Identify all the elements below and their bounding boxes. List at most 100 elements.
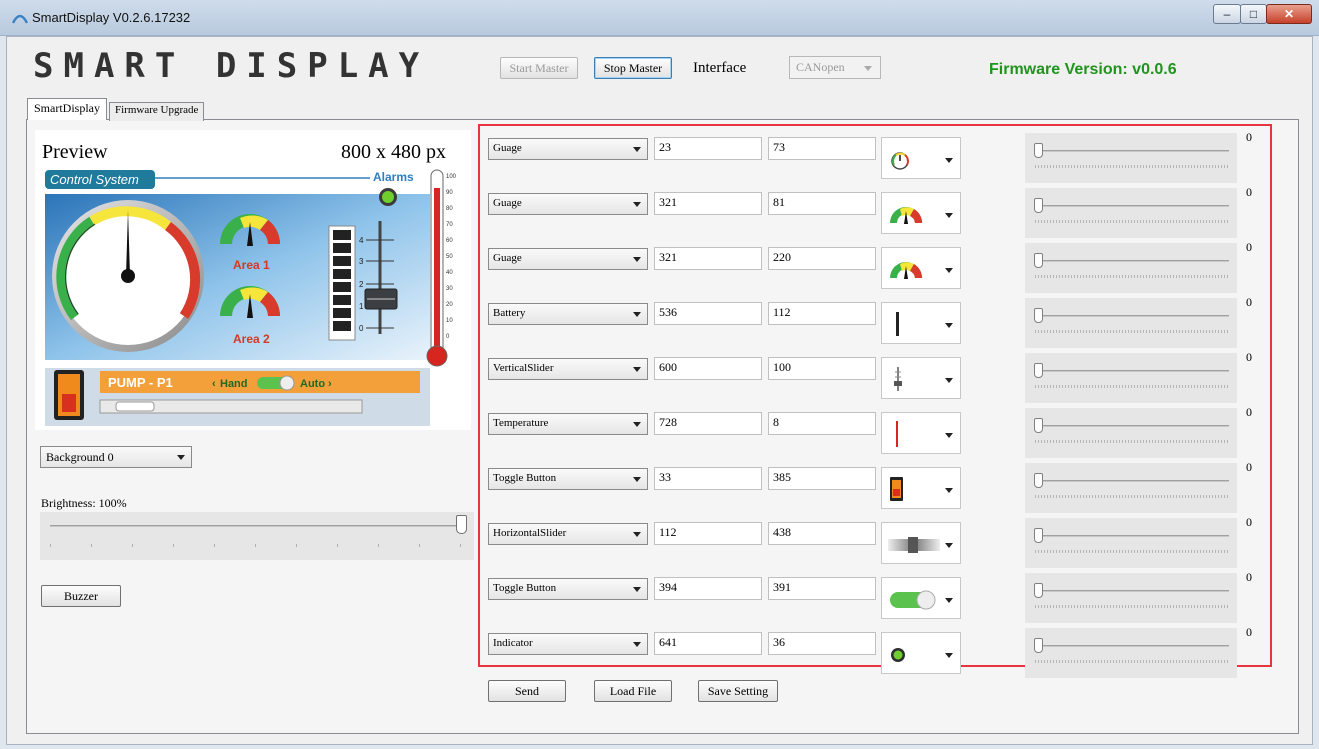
slider-thumb[interactable]: [1034, 418, 1043, 433]
chevron-down-icon: [945, 158, 953, 163]
chevron-down-icon: [945, 543, 953, 548]
widget-x-input[interactable]: 23: [654, 137, 762, 160]
widget-y-input[interactable]: 220: [768, 247, 876, 270]
slider-thumb[interactable]: [1034, 363, 1043, 378]
interface-select[interactable]: CANopen: [789, 56, 881, 79]
widget-y-input[interactable]: 438: [768, 522, 876, 545]
widget-type-select[interactable]: Guage: [488, 248, 648, 270]
start-master-button[interactable]: Start Master: [500, 57, 578, 79]
save-setting-button[interactable]: Save Setting: [698, 680, 778, 702]
widget-value-slider[interactable]: [1025, 188, 1237, 238]
vslider-tick: 3: [359, 257, 364, 266]
slider-thumb[interactable]: [1034, 473, 1043, 488]
minimize-button[interactable]: –: [1213, 4, 1241, 24]
widget-icon-select[interactable]: [881, 467, 961, 509]
chevron-down-icon: [945, 378, 953, 383]
widget-value-slider[interactable]: [1025, 133, 1237, 183]
widget-y-input[interactable]: 73: [768, 137, 876, 160]
widget-value-slider[interactable]: [1025, 298, 1237, 348]
widget-icon-select[interactable]: [881, 522, 961, 564]
widget-row: Guage 23 73 0: [478, 129, 1272, 184]
slider-ticks: [50, 544, 462, 547]
widget-type-value: Temperature: [493, 417, 549, 429]
maximize-button[interactable]: □: [1240, 4, 1267, 24]
widget-row: Toggle Button 33 385 0: [478, 459, 1272, 514]
widget-type-value: Guage: [493, 197, 522, 209]
widget-y-input[interactable]: 100: [768, 357, 876, 380]
widget-slider-value: 0: [1246, 405, 1252, 419]
stop-master-button[interactable]: Stop Master: [594, 57, 672, 79]
slider-ticks: [1035, 330, 1229, 333]
widget-type-value: HorizontalSlider: [493, 527, 567, 539]
widget-type-select[interactable]: Indicator: [488, 633, 648, 655]
chevron-down-icon: [633, 147, 641, 152]
widget-type-select[interactable]: Toggle Button: [488, 468, 648, 490]
widget-y-input[interactable]: 112: [768, 302, 876, 325]
slider-thumb[interactable]: [1034, 143, 1043, 158]
temp-tick: 50: [446, 254, 453, 260]
widget-icon-select[interactable]: [881, 632, 961, 674]
widget-x-input[interactable]: 112: [654, 522, 762, 545]
widget-value-slider[interactable]: [1025, 573, 1237, 623]
widget-icon-select[interactable]: [881, 137, 961, 179]
slider-track: [1043, 480, 1229, 482]
widget-type-select[interactable]: VerticalSlider: [488, 358, 648, 380]
widget-x-input[interactable]: 33: [654, 467, 762, 490]
widget-x-input[interactable]: 728: [654, 412, 762, 435]
slider-ticks: [1035, 550, 1229, 553]
widget-icon-select[interactable]: [881, 577, 961, 619]
widget-value-slider[interactable]: [1025, 518, 1237, 568]
widget-x-input[interactable]: 641: [654, 632, 762, 655]
widget-y-input[interactable]: 81: [768, 192, 876, 215]
widget-row: Battery 536 112 0: [478, 294, 1272, 349]
widget-x-input[interactable]: 321: [654, 192, 762, 215]
slider-thumb[interactable]: [1034, 638, 1043, 653]
slider-thumb[interactable]: [1034, 308, 1043, 323]
widget-icon-select[interactable]: [881, 247, 961, 289]
widget-y-input[interactable]: 385: [768, 467, 876, 490]
slider-thumb[interactable]: [1034, 253, 1043, 268]
buzzer-button[interactable]: Buzzer: [41, 585, 121, 607]
widget-type-select[interactable]: Temperature: [488, 413, 648, 435]
widget-type-value: Guage: [493, 252, 522, 264]
app-icon: [12, 14, 28, 24]
widget-icon-select[interactable]: [881, 192, 961, 234]
widget-type-select[interactable]: HorizontalSlider: [488, 523, 648, 545]
widget-y-input[interactable]: 36: [768, 632, 876, 655]
brightness-slider[interactable]: [40, 512, 474, 560]
slider-thumb[interactable]: [1034, 528, 1043, 543]
area1-label: Area 1: [233, 258, 270, 272]
preview-title: Preview: [42, 141, 108, 163]
widget-y-input[interactable]: 391: [768, 577, 876, 600]
widget-icon-select[interactable]: [881, 412, 961, 454]
widget-x-input[interactable]: 536: [654, 302, 762, 325]
widget-type-select[interactable]: Guage: [488, 138, 648, 160]
widget-icon-select[interactable]: [881, 357, 961, 399]
close-button[interactable]: ✕: [1266, 4, 1312, 24]
send-button[interactable]: Send: [488, 680, 566, 702]
background-select[interactable]: Background 0: [40, 446, 192, 468]
vslider-tick: 4: [359, 236, 364, 245]
tab-smartdisplay[interactable]: SmartDisplay: [27, 98, 107, 120]
widget-value-slider[interactable]: [1025, 463, 1237, 513]
widget-type-select[interactable]: Battery: [488, 303, 648, 325]
tab-firmware-upgrade[interactable]: Firmware Upgrade: [109, 102, 205, 121]
widget-x-input[interactable]: 600: [654, 357, 762, 380]
widget-y-input[interactable]: 8: [768, 412, 876, 435]
widget-type-select[interactable]: Guage: [488, 193, 648, 215]
load-file-button[interactable]: Load File: [594, 680, 672, 702]
slider-thumb[interactable]: [1034, 583, 1043, 598]
widget-icon-select[interactable]: [881, 302, 961, 344]
widget-value-slider[interactable]: [1025, 243, 1237, 293]
slider-thumb[interactable]: [1034, 198, 1043, 213]
widget-type-select[interactable]: Toggle Button: [488, 578, 648, 600]
slider-thumb[interactable]: [456, 515, 467, 534]
widget-value-slider[interactable]: [1025, 353, 1237, 403]
brightness-label: Brightness: 100%: [41, 496, 127, 511]
widget-value-slider[interactable]: [1025, 408, 1237, 458]
widget-x-input[interactable]: 321: [654, 247, 762, 270]
slider-track: [1043, 590, 1229, 592]
widget-value-slider[interactable]: [1025, 628, 1237, 678]
temp-tick: 10: [446, 318, 453, 324]
widget-x-input[interactable]: 394: [654, 577, 762, 600]
